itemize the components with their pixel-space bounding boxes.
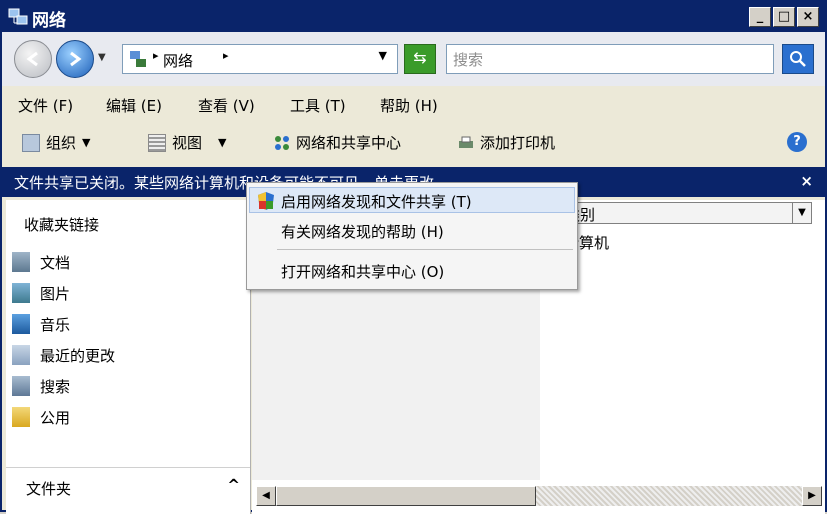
breadcrumb-arrow-icon[interactable]: ▸ [223,49,229,62]
chevron-up-icon[interactable]: ^ [227,476,240,494]
organize-icon [22,133,40,152]
breadcrumb-arrow-icon[interactable]: ▸ [153,49,159,62]
forward-arrow-icon [70,51,82,67]
address-dropdown-icon[interactable]: ▼ [379,49,387,62]
nav-item-pictures[interactable]: 图片 [12,279,232,307]
back-arrow-icon [26,51,38,67]
chevron-down-icon: ▼ [82,136,91,149]
forward-button[interactable] [56,40,94,78]
breadcrumb-network[interactable]: 网络 [163,50,193,71]
search-icon [12,376,30,396]
organize-label: 组织 [46,134,77,152]
search-icon [790,51,806,67]
views-icon [148,133,166,152]
nav-item-recent[interactable]: 最近的更改 [12,341,232,369]
organize-button[interactable]: 组织 ▼ [22,132,90,153]
recent-pages-dropdown[interactable]: ▼ [98,52,106,63]
address-bar[interactable]: ▸ 网络 ▸ ▼ [122,44,398,74]
scroll-right-button[interactable]: ▶ [802,486,822,506]
folders-label: 文件夹 [26,480,72,498]
info-close-icon[interactable]: × [800,172,813,190]
views-button[interactable]: 视图 ▼ [148,132,226,153]
public-folder-icon [12,407,30,427]
menu-tools[interactable]: 工具 (T) [290,95,346,116]
music-icon [12,314,30,334]
search-input[interactable]: 搜索 [446,44,774,74]
command-bar: 组织 ▼ 视图 ▼ 网络和共享中心 添加打印机 ? [2,124,825,162]
help-icon: ? [787,132,807,152]
uac-shield-icon [258,192,274,210]
open-network-center-item[interactable]: 打开网络和共享中心 (O) [281,261,444,282]
menu-separator [277,249,573,250]
nav-item-music[interactable]: 音乐 [12,310,232,338]
context-menu: 启用网络发现和文件共享 (T) 有关网络发现的帮助 (H) 打开网络和共享中心 … [246,182,578,290]
scroll-thumb[interactable] [276,486,536,506]
nav-item-label: 最近的更改 [40,346,116,365]
refresh-button[interactable]: ⇆ [404,44,436,74]
network-center-label: 网络和共享中心 [296,134,402,152]
menu-bar: 文件 (F) 编辑 (E) 查看 (V) 工具 (T) 帮助 (H) [2,90,825,120]
scroll-left-button[interactable]: ◀ [256,486,276,506]
chevron-down-icon: ▼ [218,136,227,149]
minimize-button[interactable]: _ [749,7,771,27]
navigation-pane: 收藏夹链接 文档 图片 音乐 最近的更改 搜索 公用 文件夹 ^ [6,200,251,514]
add-printer-button[interactable]: 添加打印机 [458,132,555,153]
window-title: 网络 [32,11,66,31]
column-header-category[interactable]: 类别 ▼ [540,202,812,224]
search-button[interactable] [782,44,814,74]
horizontal-scrollbar[interactable]: ◀ ▶ [256,486,822,506]
address-row: ▼ ▸ 网络 ▸ ▼ ⇆ 搜索 [2,32,825,86]
nav-item-label: 文档 [40,253,71,272]
favorite-links-heading: 收藏夹链接 [24,216,100,234]
explorer-window: 网络 _ □ × ▼ ▸ 网络 ▸ ▼ ⇆ 搜索 文件 (F) 编辑 (E) 查… [0,0,827,514]
discovery-help-item[interactable]: 有关网络发现的帮助 (H) [281,221,444,242]
help-button[interactable]: ? [787,132,807,152]
back-button[interactable] [14,40,52,78]
network-icon [130,51,146,67]
maximize-button[interactable]: □ [773,7,795,27]
views-label: 视图 [172,134,203,152]
nav-item-label: 图片 [40,284,71,303]
network-center-icon [275,135,289,150]
add-printer-label: 添加打印机 [480,134,556,152]
nav-item-label: 公用 [40,408,71,427]
menu-file[interactable]: 文件 (F) [18,95,73,116]
documents-icon [12,252,30,272]
title-bar[interactable]: 网络 _ □ × [2,2,825,32]
folders-bar[interactable]: 文件夹 ^ [6,467,250,508]
nav-item-label: 搜索 [40,377,71,396]
nav-item-label: 音乐 [40,315,71,334]
menu-edit[interactable]: 编辑 (E) [106,95,162,116]
printer-icon [459,136,473,148]
nav-item-public[interactable]: 公用 [12,403,232,431]
nav-item-search[interactable]: 搜索 [12,372,232,400]
nav-item-documents[interactable]: 文档 [12,248,232,276]
pictures-icon [12,283,30,303]
enable-discovery-item[interactable]: 启用网络发现和文件共享 (T) [281,191,472,212]
recent-icon [12,345,30,365]
column-dropdown-icon[interactable]: ▼ [792,203,811,223]
close-button[interactable]: × [797,7,819,27]
menu-view[interactable]: 查看 (V) [198,95,255,116]
refresh-icon: ⇆ [413,48,427,67]
network-center-button[interactable]: 网络和共享中心 [274,132,401,153]
menu-help[interactable]: 帮助 (H) [380,95,438,116]
network-icon [8,8,28,25]
